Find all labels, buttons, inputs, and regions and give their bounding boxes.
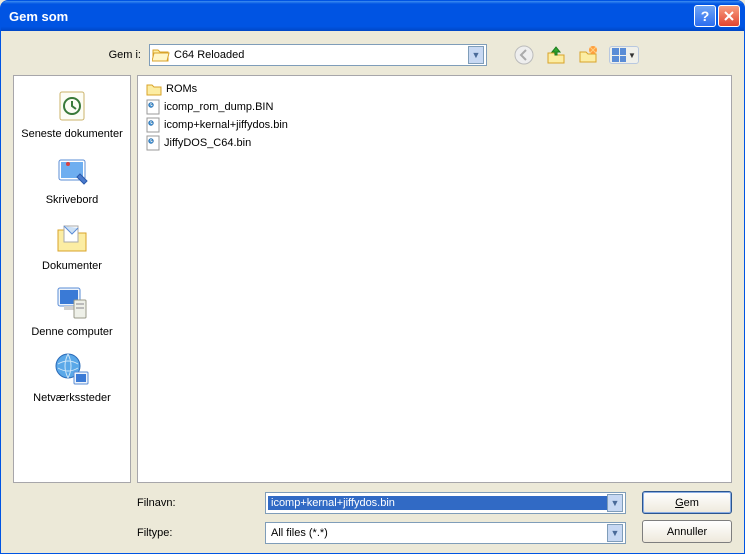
file-name: ROMs [166,83,197,95]
recent-icon [52,86,92,126]
up-one-level-button[interactable] [545,44,567,66]
views-button[interactable]: ▼ [609,46,639,64]
list-item[interactable]: ROMs [146,80,723,98]
file-icon [146,99,160,115]
toolbar-icons: ▼ [513,44,639,66]
lookin-combo[interactable]: C64 Reloaded ▼ [149,44,487,66]
place-label: Seneste dokumenter [21,128,123,140]
place-label: Netværkssteder [33,392,111,404]
cancel-button[interactable]: Annuller [642,520,732,543]
chevron-down-icon[interactable]: ▼ [607,524,623,542]
lookin-dropdown-icon[interactable]: ▼ [468,46,484,64]
save-button[interactable]: Gem [642,491,732,514]
folder-open-icon [152,47,170,63]
dialog-content: Gem i: C64 Reloaded ▼ ▼ [1,31,744,553]
computer-icon [52,284,92,324]
bottom-rows: Filnavn: icomp+kernal+jiffydos.bin ▼ Fil… [13,491,732,545]
place-documents[interactable]: Dokumenter [14,214,130,276]
window-title: Gem som [9,9,694,24]
list-item[interactable]: JiffyDOS_C64.bin [146,134,723,152]
filetype-label: Filtype: [137,527,265,539]
file-name: icomp_rom_dump.BIN [164,101,273,113]
file-list[interactable]: ROMs icomp_rom_dump.BIN icomp+kernal+jif… [137,75,732,483]
file-name: icomp+kernal+jiffydos.bin [164,119,288,131]
views-icon [612,48,626,62]
new-folder-button[interactable] [577,44,599,66]
place-network[interactable]: Netværkssteder [14,346,130,408]
filename-combo[interactable]: icomp+kernal+jiffydos.bin ▼ [265,492,626,514]
back-button[interactable] [513,44,535,66]
chevron-down-icon[interactable]: ▼ [607,494,623,512]
network-icon [52,350,92,390]
place-desktop[interactable]: Skrivebord [14,148,130,210]
file-icon [146,117,160,133]
place-computer[interactable]: Denne computer [14,280,130,342]
documents-icon [52,218,92,258]
file-icon [146,135,160,151]
places-bar: Seneste dokumenter Skrivebord Dokumenter… [13,75,131,483]
filetype-combo[interactable]: All files (*.*) ▼ [265,522,626,544]
mid-area: Seneste dokumenter Skrivebord Dokumenter… [13,75,732,483]
titlebar: Gem som ? [1,1,744,31]
lookin-row: Gem i: C64 Reloaded ▼ ▼ [13,41,732,69]
lookin-value: C64 Reloaded [174,49,468,61]
filetype-row: Filtype: All files (*.*) ▼ [137,521,626,545]
filetype-value: All files (*.*) [268,526,607,540]
filename-input[interactable]: icomp+kernal+jiffydos.bin [268,496,607,510]
lookin-label: Gem i: [83,49,141,61]
help-button[interactable]: ? [694,5,716,27]
place-label: Skrivebord [46,194,99,206]
place-label: Denne computer [31,326,112,338]
filename-label: Filnavn: [137,497,265,509]
list-item[interactable]: icomp_rom_dump.BIN [146,98,723,116]
chevron-down-icon: ▼ [628,51,636,60]
place-recent[interactable]: Seneste dokumenter [14,82,130,144]
place-label: Dokumenter [42,260,102,272]
file-name: JiffyDOS_C64.bin [164,137,251,149]
list-item[interactable]: icomp+kernal+jiffydos.bin [146,116,723,134]
filename-row: Filnavn: icomp+kernal+jiffydos.bin ▼ [137,491,626,515]
folder-icon [146,82,162,96]
desktop-icon [52,152,92,192]
close-button[interactable] [718,5,740,27]
